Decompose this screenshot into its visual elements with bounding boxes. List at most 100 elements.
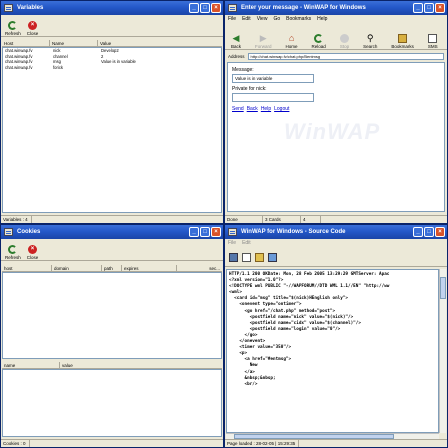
- back-button[interactable]: ◀ Back: [231, 33, 241, 50]
- column-header-expires[interactable]: expires: [122, 265, 177, 271]
- print-icon[interactable]: [242, 252, 251, 262]
- column-header-host[interactable]: Host: [2, 40, 50, 46]
- home-icon: ⌂: [288, 33, 295, 43]
- private-input[interactable]: [232, 93, 314, 102]
- forward-arrow-icon: ▶: [259, 33, 267, 43]
- minimize-button[interactable]: _: [189, 3, 199, 13]
- minimize-button[interactable]: _: [413, 3, 423, 13]
- wap-toolbar: ◀ Back ▶ Forward ⌂ Home Reload Stop ⚲ Se…: [225, 24, 447, 50]
- window-icon: [4, 228, 13, 236]
- copy-icon[interactable]: [255, 252, 264, 262]
- wap-page-content: WinWAP Message: Value is in variable Pri…: [227, 62, 445, 212]
- address-input[interactable]: http://chat.winwap.fv/chat.php/Bentmsg: [247, 52, 444, 60]
- back-link[interactable]: Back: [247, 106, 258, 112]
- column-header-secure[interactable]: sec...: [177, 265, 222, 271]
- cookies-title: Cookies: [17, 229, 41, 235]
- cookies-count: Cookies : 0: [3, 440, 30, 447]
- help-link[interactable]: Help: [261, 106, 271, 112]
- minimize-button[interactable]: _: [413, 227, 423, 237]
- stop-icon: ×: [28, 21, 38, 30]
- column-header-host[interactable]: host: [2, 265, 52, 271]
- scroll-thumb[interactable]: [440, 277, 446, 299]
- page-loaded-status: Page loaded : 28-02-05 | 15:29:35: [227, 440, 300, 447]
- message-input[interactable]: Value is in variable: [232, 74, 314, 83]
- refresh-button[interactable]: Refresh: [5, 21, 21, 36]
- menu-file[interactable]: File: [228, 239, 236, 248]
- sms-icon: [428, 34, 438, 43]
- close-button[interactable]: ×: [435, 227, 445, 237]
- column-header-path[interactable]: path: [102, 265, 122, 271]
- variables-grid[interactable]: chat.winwap.fv nick Develop2 chat.winwap…: [2, 47, 222, 213]
- stop-icon: [339, 34, 349, 43]
- source-titlebar[interactable]: WinWAP for Windows - Source Code _ □ ×: [225, 225, 447, 239]
- cookies-toolbar: Refresh × Close: [1, 240, 223, 261]
- close-button[interactable]: ×: [211, 3, 221, 13]
- refresh-icon: [8, 245, 18, 254]
- vertical-scrollbar[interactable]: [439, 269, 446, 433]
- cookies-statusbar: Cookies : 0: [1, 439, 223, 447]
- wap-statusbar: Done 3 Cards 4: [225, 215, 447, 223]
- close-tool-button[interactable]: × Close: [27, 21, 38, 36]
- refresh-button[interactable]: Refresh: [5, 245, 21, 260]
- reload-icon: [314, 34, 324, 43]
- variables-grid-header: Host Name Value: [2, 40, 222, 47]
- search-icon: ⚲: [366, 33, 374, 43]
- code-line: <br/>: [229, 381, 258, 387]
- status-cards: 3 Cards: [263, 216, 301, 223]
- address-label: Address: [228, 53, 245, 59]
- reload-button[interactable]: Reload: [312, 34, 326, 49]
- source-title: WinWAP for Windows - Source Code: [241, 229, 346, 235]
- window-icon: [228, 228, 237, 236]
- maximize-button[interactable]: □: [424, 227, 434, 237]
- column-header-value[interactable]: Value: [98, 40, 222, 46]
- cookie-values-grid[interactable]: [2, 369, 222, 437]
- close-button[interactable]: ×: [211, 227, 221, 237]
- bookmarks-button[interactable]: Bookmarks: [391, 34, 414, 49]
- table-row[interactable]: chat.winwap.fv forick: [3, 65, 221, 71]
- message-label: Message:: [232, 67, 254, 73]
- cookies-grid-header: host domain path expires sec...: [2, 265, 222, 272]
- minimize-button[interactable]: _: [189, 227, 199, 237]
- menu-edit[interactable]: Edit: [242, 15, 251, 24]
- menu-go[interactable]: Go: [273, 15, 280, 24]
- variables-title: Variables: [17, 5, 44, 11]
- logout-link[interactable]: Logout: [274, 106, 289, 112]
- menu-view[interactable]: View: [257, 15, 268, 24]
- menu-edit[interactable]: Edit: [242, 239, 251, 248]
- send-link[interactable]: Send: [232, 106, 244, 112]
- cookie-values-header: name value: [2, 362, 222, 369]
- cookies-titlebar[interactable]: Cookies _ □ ×: [1, 225, 223, 239]
- column-header-name[interactable]: Name: [50, 40, 98, 46]
- column-header-domain[interactable]: domain: [52, 265, 102, 271]
- wap-title: Enter your message - WinWAP for Windows: [241, 5, 366, 11]
- sms-button[interactable]: SMS: [428, 34, 438, 49]
- source-toolbar: [225, 248, 447, 267]
- save-icon[interactable]: [229, 252, 238, 262]
- home-button[interactable]: ⌂ Home: [286, 33, 298, 50]
- back-arrow-icon: ◀: [232, 33, 240, 43]
- variables-count: Variables : 4: [3, 216, 32, 223]
- window-icon: [4, 4, 13, 12]
- source-code-view[interactable]: HTTP/1.1 200 OKDate: Mon, 28 Feb 2005 13…: [226, 269, 439, 433]
- wap-titlebar[interactable]: Enter your message - WinWAP for Windows …: [225, 1, 447, 15]
- cookies-window: Cookies _ □ × Refresh × Close host domai…: [0, 224, 224, 448]
- stop-button[interactable]: Stop: [340, 34, 349, 49]
- close-tool-button[interactable]: × Close: [27, 245, 38, 260]
- search-button[interactable]: ⚲ Search: [363, 33, 377, 50]
- column-header-name[interactable]: name: [2, 362, 60, 368]
- variables-window: Variables _ □ × Refresh × Close Host Nam…: [0, 0, 224, 224]
- menu-bookmarks[interactable]: Bookmarks: [286, 15, 311, 24]
- status-count: 4: [301, 216, 321, 223]
- maximize-button[interactable]: □: [200, 227, 210, 237]
- column-header-value[interactable]: value: [60, 362, 222, 368]
- menu-help[interactable]: Help: [317, 15, 327, 24]
- menu-file[interactable]: File: [228, 15, 236, 24]
- forward-button[interactable]: ▶ Forward: [255, 33, 272, 50]
- cookies-grid[interactable]: [2, 272, 222, 359]
- close-button[interactable]: ×: [435, 3, 445, 13]
- maximize-button[interactable]: □: [424, 3, 434, 13]
- maximize-button[interactable]: □: [200, 3, 210, 13]
- find-icon[interactable]: [268, 252, 277, 262]
- variables-titlebar[interactable]: Variables _ □ ×: [1, 1, 223, 15]
- status-done: Done: [227, 216, 263, 223]
